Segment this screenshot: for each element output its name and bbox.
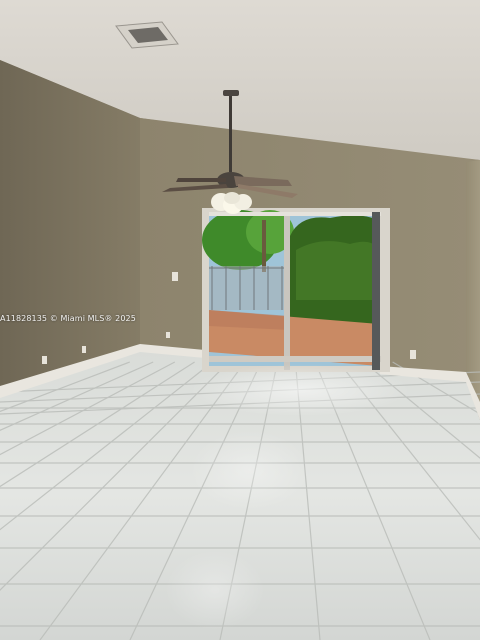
- light-switch: [172, 272, 178, 281]
- door-edge: [372, 212, 380, 370]
- mls-watermark: A11828135 © Miami MLS® 2025: [0, 314, 136, 323]
- listing-photo: A11828135 © Miami MLS® 2025: [0, 0, 480, 640]
- door-glass-view: [202, 210, 379, 366]
- left-wall: [0, 60, 140, 392]
- outlet-left-2: [82, 346, 86, 353]
- outlet-left: [42, 356, 47, 364]
- door-mullion: [284, 212, 290, 370]
- outlet-right: [410, 350, 416, 359]
- outlet-back: [166, 332, 170, 338]
